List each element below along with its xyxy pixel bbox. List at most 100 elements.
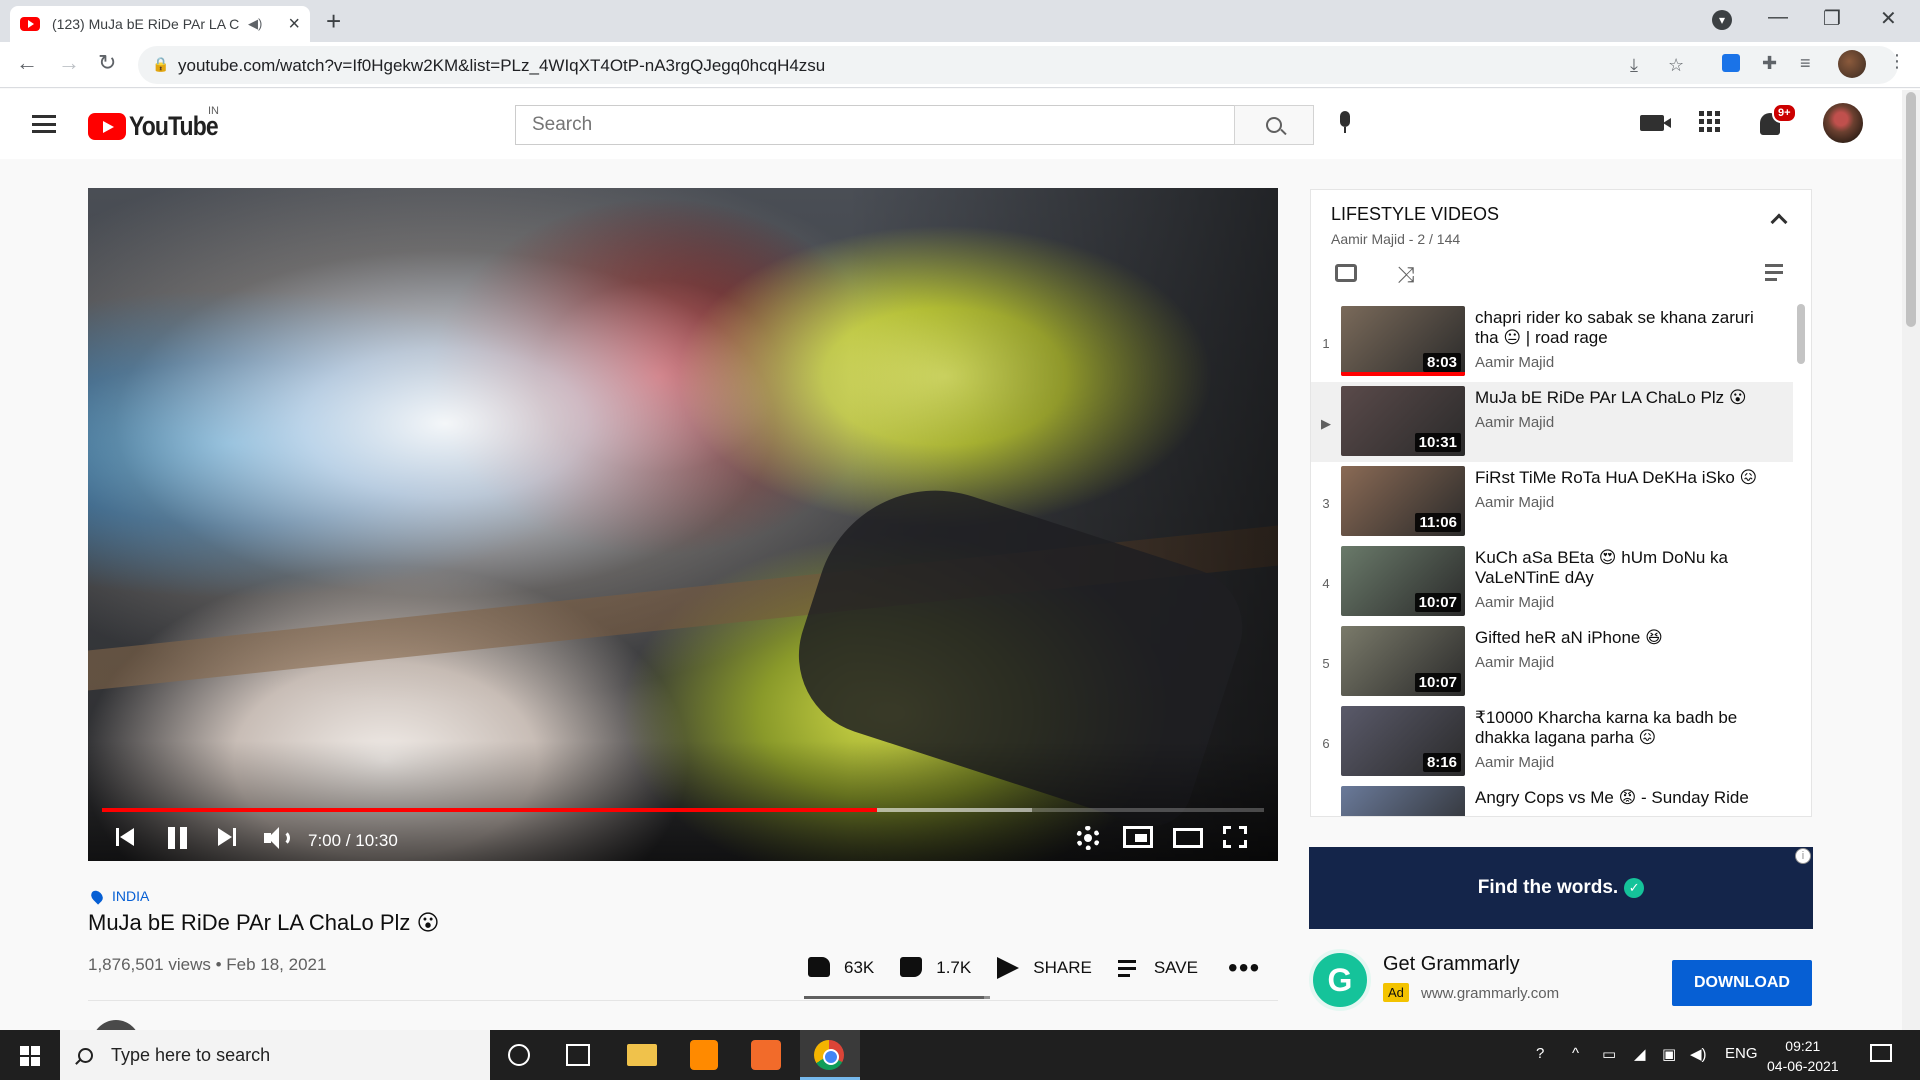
playlist-item-title[interactable]: ₹10000 Kharcha karna ka badh be dhakka l… [1475, 708, 1775, 748]
download-button[interactable]: DOWNLOAD [1672, 960, 1812, 1006]
url-text[interactable]: youtube.com/watch?v=If0Hgekw2KM&list=PLz… [178, 56, 825, 76]
playlist-item[interactable]: 1 8:03 chapri rider ko sabak se khana zaru… [1311, 302, 1793, 382]
playlist-item-title[interactable]: MuJa bE RiDe PAr LA ChaLo Plz 😮 [1475, 388, 1775, 408]
previous-icon[interactable] [116, 826, 136, 848]
loop-icon[interactable] [1335, 264, 1357, 282]
playlist-item[interactable]: Angry Cops vs Me 😡 - Sunday Ride [1311, 782, 1793, 816]
theater-mode-icon[interactable] [1173, 828, 1203, 848]
create-video-icon[interactable] [1640, 111, 1671, 131]
taskbar-search[interactable]: Type here to search [60, 1030, 490, 1080]
browser-profile-avatar[interactable] [1838, 50, 1866, 78]
ad-title[interactable]: Get Grammarly [1383, 953, 1520, 976]
chrome-icon[interactable] [814, 1040, 844, 1070]
media-queue-icon[interactable]: ≡ [1800, 53, 1811, 74]
collapse-chevron-icon[interactable] [1770, 213, 1788, 231]
browser-menu-icon[interactable]: ⋮ [1888, 51, 1906, 72]
add-to-playlist-icon[interactable] [1765, 264, 1791, 282]
youtube-logo[interactable]: YouTube IN [88, 105, 233, 142]
search-input[interactable] [516, 106, 1234, 144]
playlist-item-thumbnail[interactable]: 10:07 [1341, 626, 1465, 696]
next-icon[interactable] [218, 826, 238, 848]
battery-icon[interactable]: ▭ [1602, 1045, 1616, 1063]
microphone-icon[interactable] [1335, 111, 1355, 139]
windows-start-icon[interactable] [20, 1046, 40, 1066]
playlist-item[interactable]: 3 11:06 FiRst TiMe RoTa HuA DeKHa iSko 😖 Aa… [1311, 462, 1793, 542]
search-box[interactable] [515, 105, 1235, 145]
address-bar[interactable]: 🔒 youtube.com/watch?v=If0Hgekw2KM&list=P… [138, 46, 1898, 84]
language-indicator[interactable]: ENG [1725, 1045, 1758, 1062]
playlist-item-thumbnail[interactable]: 11:06 [1341, 466, 1465, 536]
forward-arrow-icon[interactable]: → [58, 50, 80, 76]
browser-tab[interactable]: (123) MuJa bE RiDe PAr LA C ◀) × [10, 6, 310, 42]
dislike-button[interactable]: 1.7K [900, 957, 971, 979]
lock-icon[interactable]: 🔒 [152, 56, 169, 73]
playlist-item[interactable]: 4 10:07 KuCh aSa BEta 😍 hUm DoNu ka VaLeNT… [1311, 542, 1793, 622]
pause-icon[interactable] [168, 826, 188, 850]
account-avatar[interactable] [1823, 103, 1863, 143]
task-view-icon[interactable] [566, 1044, 590, 1066]
file-explorer-icon[interactable] [627, 1044, 657, 1066]
playlist-item-thumbnail[interactable]: 10:31 [1341, 386, 1465, 456]
save-button[interactable]: SAVE [1117, 957, 1198, 979]
playlist-item-title[interactable]: Angry Cops vs Me 😡 - Sunday Ride [1475, 788, 1775, 808]
playlist-item-title[interactable]: chapri rider ko sabak se khana zaruri th… [1475, 308, 1775, 348]
ad-card[interactable]: G Get Grammarly Ad www.grammarly.com DOW… [1309, 947, 1813, 1013]
playlist-item-thumbnail[interactable]: 8:03 [1341, 306, 1465, 376]
window-close-icon[interactable]: ✕ [1880, 6, 1897, 31]
extensions-puzzle-icon[interactable]: ✚ [1762, 53, 1777, 74]
help-icon[interactable]: ? [1536, 1045, 1544, 1062]
speaker-icon[interactable]: ◀) [248, 16, 262, 32]
tab-search-icon[interactable]: ▾ [1712, 10, 1732, 30]
page-scrollbar[interactable] [1902, 90, 1920, 1030]
tray-chevron-icon[interactable]: ^ [1572, 1045, 1579, 1062]
playlist-scrollbar[interactable] [1797, 304, 1805, 364]
new-tab-button[interactable]: + [326, 6, 341, 37]
more-actions-icon[interactable]: ••• [1228, 954, 1260, 982]
playlist-item[interactable]: 6 8:16 ₹10000 Kharcha karna ka badh be dha… [1311, 702, 1793, 782]
playlist-item-thumbnail[interactable]: 10:07 [1341, 546, 1465, 616]
menu-icon[interactable] [32, 115, 56, 133]
settings-gear-icon[interactable] [1076, 826, 1100, 850]
install-icon[interactable]: ⤓ [1630, 55, 1638, 76]
apps-grid-icon[interactable] [1699, 111, 1720, 132]
volume-tray-icon[interactable]: ◀) [1690, 1045, 1707, 1063]
miniplayer-icon[interactable] [1123, 826, 1153, 848]
bookmark-star-icon[interactable]: ☆ [1668, 55, 1684, 76]
extension-icon[interactable] [1722, 54, 1740, 72]
playlist-item-title[interactable]: Gifted heR aN iPhone 😆 [1475, 628, 1775, 648]
playlist-item-thumbnail[interactable]: 8:16 [1341, 706, 1465, 776]
wifi-icon[interactable]: ◢ [1634, 1045, 1646, 1063]
xampp-icon[interactable] [751, 1040, 781, 1070]
dislike-count: 1.7K [936, 958, 972, 977]
playlist-title[interactable]: LIFESTYLE VIDEOS [1331, 204, 1499, 225]
search-button[interactable] [1234, 105, 1314, 145]
taskbar-clock[interactable]: 09:21 04-06-2021 [1767, 1036, 1839, 1076]
playlist-item[interactable]: 5 10:07 Gifted heR aN iPhone 😆 Aamir Majid [1311, 622, 1793, 702]
shuffle-icon[interactable]: ⤨ [1397, 262, 1415, 288]
restore-icon[interactable]: ❐ [1823, 6, 1841, 31]
fullscreen-icon[interactable] [1223, 826, 1247, 848]
like-button[interactable]: 63K [808, 957, 874, 979]
location-text[interactable]: INDIA [112, 888, 149, 904]
share-button[interactable]: SHARE [997, 957, 1092, 979]
cortana-icon[interactable] [508, 1044, 530, 1066]
location-link[interactable]: INDIA [88, 887, 149, 905]
playlist-item[interactable]: ▶ 10:31 MuJa bE RiDe PAr LA ChaLo Plz 😮 Aam… [1311, 382, 1793, 462]
volume-icon[interactable] [264, 826, 294, 850]
close-tab-icon[interactable]: × [288, 13, 300, 36]
watched-progress-bar [1341, 372, 1465, 376]
playlist-subtitle: Aamir Majid - 2 / 144 [1331, 231, 1461, 247]
playlist-item-title[interactable]: KuCh aSa BEta 😍 hUm DoNu ka VaLeNTinE dA… [1475, 548, 1775, 588]
back-arrow-icon[interactable]: ← [16, 50, 38, 76]
network-icon[interactable]: ▣ [1662, 1045, 1676, 1063]
ad-banner[interactable]: Find the words. ✓ [1309, 847, 1813, 929]
reload-icon[interactable]: ↻ [98, 50, 116, 76]
progress-bar[interactable] [102, 808, 1264, 812]
video-player[interactable]: 7:00 / 10:30 [88, 188, 1278, 861]
sublime-text-icon[interactable] [690, 1040, 718, 1070]
ad-info-icon[interactable]: i [1795, 848, 1811, 864]
playlist-item-title[interactable]: FiRst TiMe RoTa HuA DeKHa iSko 😖 [1475, 468, 1775, 488]
playlist-item-thumbnail[interactable] [1341, 786, 1465, 816]
notification-center-icon[interactable] [1870, 1044, 1892, 1062]
minimize-icon[interactable]: — [1768, 6, 1788, 29]
